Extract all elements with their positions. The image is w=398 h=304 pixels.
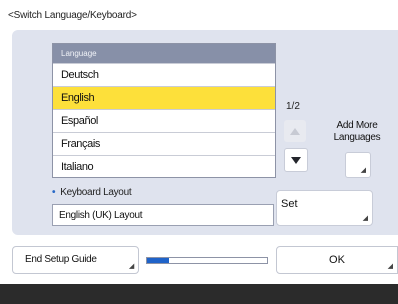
language-list-header: Language <box>53 44 275 63</box>
language-list: Language Deutsch English Español Françai… <box>52 43 276 178</box>
add-more-label-line2: Languages <box>333 132 381 143</box>
ok-button[interactable]: OK ◢ <box>276 246 398 274</box>
ok-button-label: OK <box>329 254 345 266</box>
language-item-espanol[interactable]: Español <box>53 109 275 132</box>
language-item-italiano[interactable]: Italiano <box>53 155 275 178</box>
set-button-label: Set <box>281 198 298 210</box>
setup-progress-bar <box>146 257 268 264</box>
add-more-languages-button[interactable]: ◢ <box>345 152 371 178</box>
screen-title: <Switch Language/Keyboard> <box>8 10 137 21</box>
set-keyboard-button[interactable]: Set ◢ <box>276 190 373 226</box>
status-bar <box>0 284 398 304</box>
page-indicator: 1/2 <box>286 101 300 112</box>
scroll-down-icon <box>291 156 301 164</box>
scroll-up-icon <box>290 127 300 135</box>
corner-arrow-icon: ◢ <box>362 215 368 222</box>
scroll-up-button[interactable] <box>284 120 306 142</box>
add-more-languages-label: Add More Languages <box>322 120 392 144</box>
settings-panel: Language Deutsch English Español Françai… <box>12 30 398 235</box>
corner-arrow-icon: ◢ <box>387 263 393 270</box>
language-item-deutsch[interactable]: Deutsch <box>53 63 275 86</box>
keyboard-layout-label: • Keyboard Layout <box>52 187 132 198</box>
add-more-label-line1: Add More <box>336 120 378 131</box>
language-item-english[interactable]: English <box>53 86 275 109</box>
language-item-francais[interactable]: Français <box>53 132 275 155</box>
bullet-icon: • <box>52 187 56 198</box>
setup-progress-fill <box>147 258 169 263</box>
end-setup-guide-button[interactable]: End Setup Guide ◢ <box>12 246 139 274</box>
keyboard-layout-label-text: Keyboard Layout <box>60 187 132 198</box>
end-setup-guide-label: End Setup Guide <box>25 254 97 265</box>
corner-arrow-icon: ◢ <box>128 263 134 270</box>
keyboard-layout-value: English (UK) Layout <box>52 204 274 226</box>
scroll-down-button[interactable] <box>284 148 308 172</box>
corner-arrow-icon: ◢ <box>360 167 366 174</box>
